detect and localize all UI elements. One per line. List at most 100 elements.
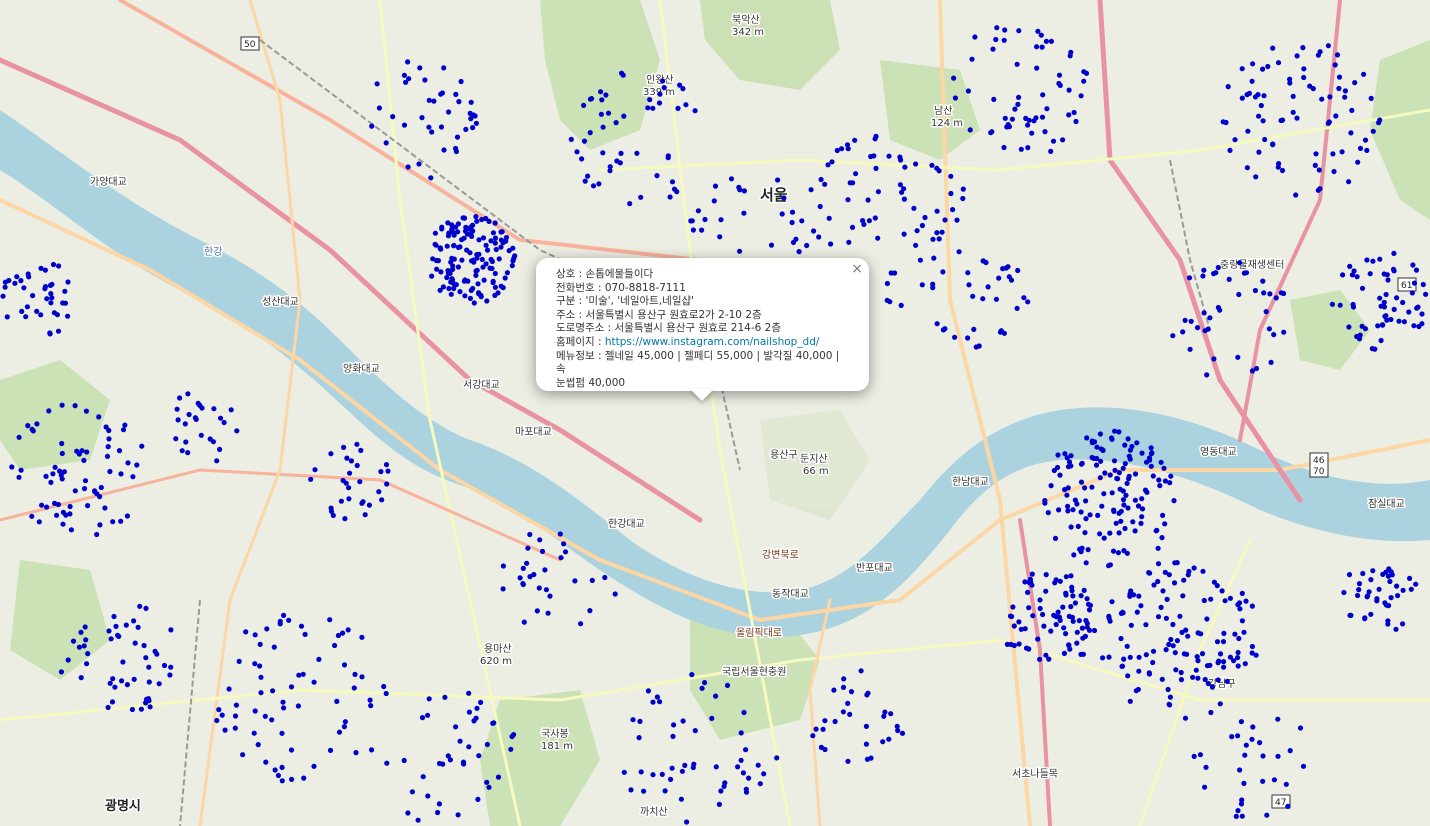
business-marker[interactable] — [1010, 604, 1016, 610]
business-marker[interactable] — [618, 150, 624, 156]
business-marker[interactable] — [2, 284, 8, 290]
business-marker[interactable] — [818, 176, 824, 183]
business-marker[interactable] — [661, 85, 667, 91]
business-marker[interactable] — [366, 502, 372, 508]
business-marker[interactable] — [480, 264, 486, 270]
business-marker[interactable] — [367, 697, 373, 703]
business-marker[interactable] — [1078, 593, 1084, 599]
business-marker[interactable] — [702, 216, 708, 223]
business-marker[interactable] — [657, 91, 663, 97]
business-marker[interactable] — [1232, 631, 1238, 637]
business-marker[interactable] — [840, 709, 847, 715]
business-marker[interactable] — [381, 683, 387, 690]
business-marker[interactable] — [252, 661, 258, 667]
business-marker[interactable] — [1204, 372, 1210, 378]
business-marker[interactable] — [490, 230, 496, 236]
business-marker[interactable] — [1102, 470, 1108, 476]
business-marker[interactable] — [1201, 310, 1207, 316]
business-marker[interactable] — [1035, 636, 1041, 642]
business-marker[interactable] — [863, 723, 870, 730]
business-marker[interactable] — [369, 747, 375, 753]
business-marker[interactable] — [1275, 716, 1281, 722]
business-marker[interactable] — [781, 195, 787, 201]
business-marker[interactable] — [1168, 636, 1174, 643]
business-marker[interactable] — [1204, 663, 1211, 669]
business-marker[interactable] — [401, 757, 407, 764]
business-marker[interactable] — [1211, 271, 1217, 277]
business-marker[interactable] — [1270, 141, 1276, 147]
business-marker[interactable] — [919, 282, 925, 288]
business-marker[interactable] — [919, 222, 926, 229]
business-marker[interactable] — [445, 233, 452, 239]
business-marker[interactable] — [1368, 95, 1374, 101]
business-marker[interactable] — [1029, 130, 1035, 136]
business-marker[interactable] — [301, 775, 307, 781]
business-marker[interactable] — [138, 706, 144, 712]
business-marker[interactable] — [873, 165, 879, 171]
business-marker[interactable] — [1039, 114, 1046, 120]
business-marker[interactable] — [951, 75, 957, 81]
business-marker[interactable] — [70, 638, 77, 644]
business-marker[interactable] — [233, 702, 239, 708]
business-marker[interactable] — [475, 281, 481, 287]
business-marker[interactable] — [106, 628, 112, 634]
business-marker[interactable] — [1261, 290, 1267, 296]
business-marker[interactable] — [480, 235, 487, 241]
business-marker[interactable] — [743, 747, 749, 753]
business-marker[interactable] — [135, 624, 141, 630]
business-marker[interactable] — [25, 423, 31, 429]
business-marker[interactable] — [1150, 473, 1156, 479]
business-marker[interactable] — [311, 763, 317, 769]
business-marker[interactable] — [23, 314, 29, 320]
business-marker[interactable] — [614, 158, 620, 164]
business-marker[interactable] — [735, 764, 741, 770]
business-marker[interactable] — [1084, 435, 1090, 441]
business-marker[interactable] — [1136, 668, 1142, 674]
business-marker[interactable] — [146, 664, 152, 670]
business-marker[interactable] — [1356, 587, 1362, 593]
business-marker[interactable] — [442, 694, 448, 700]
business-marker[interactable] — [183, 439, 189, 445]
business-marker[interactable] — [1061, 650, 1067, 657]
business-marker[interactable] — [1148, 445, 1154, 451]
business-marker[interactable] — [210, 439, 216, 445]
business-marker[interactable] — [1086, 607, 1093, 613]
business-marker[interactable] — [1331, 168, 1337, 175]
business-marker[interactable] — [1075, 523, 1081, 530]
business-marker[interactable] — [384, 760, 390, 766]
business-marker[interactable] — [39, 502, 45, 508]
business-marker[interactable] — [581, 138, 588, 144]
business-marker[interactable] — [872, 215, 878, 221]
business-marker[interactable] — [12, 280, 18, 286]
business-marker[interactable] — [600, 124, 606, 130]
business-marker[interactable] — [1395, 593, 1401, 599]
business-marker[interactable] — [1239, 813, 1245, 819]
business-marker[interactable] — [849, 224, 856, 230]
business-marker[interactable] — [199, 405, 205, 411]
business-marker[interactable] — [660, 78, 666, 84]
business-marker[interactable] — [1139, 450, 1145, 456]
business-marker[interactable] — [219, 712, 225, 718]
business-marker[interactable] — [1380, 571, 1386, 578]
business-marker[interactable] — [826, 215, 832, 221]
business-marker[interactable] — [1393, 626, 1399, 632]
business-marker[interactable] — [1241, 780, 1247, 787]
business-marker[interactable] — [1127, 698, 1133, 704]
business-marker[interactable] — [724, 682, 731, 689]
business-marker[interactable] — [59, 476, 65, 482]
business-marker[interactable] — [264, 626, 270, 632]
business-marker[interactable] — [1146, 671, 1152, 677]
business-marker[interactable] — [1021, 295, 1027, 301]
business-marker[interactable] — [728, 176, 735, 182]
business-marker[interactable] — [965, 335, 971, 341]
business-marker[interactable] — [368, 703, 374, 709]
business-marker[interactable] — [1256, 113, 1262, 119]
business-marker[interactable] — [779, 211, 785, 217]
business-marker[interactable] — [429, 129, 435, 135]
business-marker[interactable] — [354, 441, 360, 447]
business-marker[interactable] — [358, 447, 364, 453]
business-marker[interactable] — [1002, 27, 1008, 33]
business-marker[interactable] — [1267, 291, 1273, 297]
business-marker[interactable] — [1419, 321, 1425, 327]
business-marker[interactable] — [390, 114, 396, 120]
